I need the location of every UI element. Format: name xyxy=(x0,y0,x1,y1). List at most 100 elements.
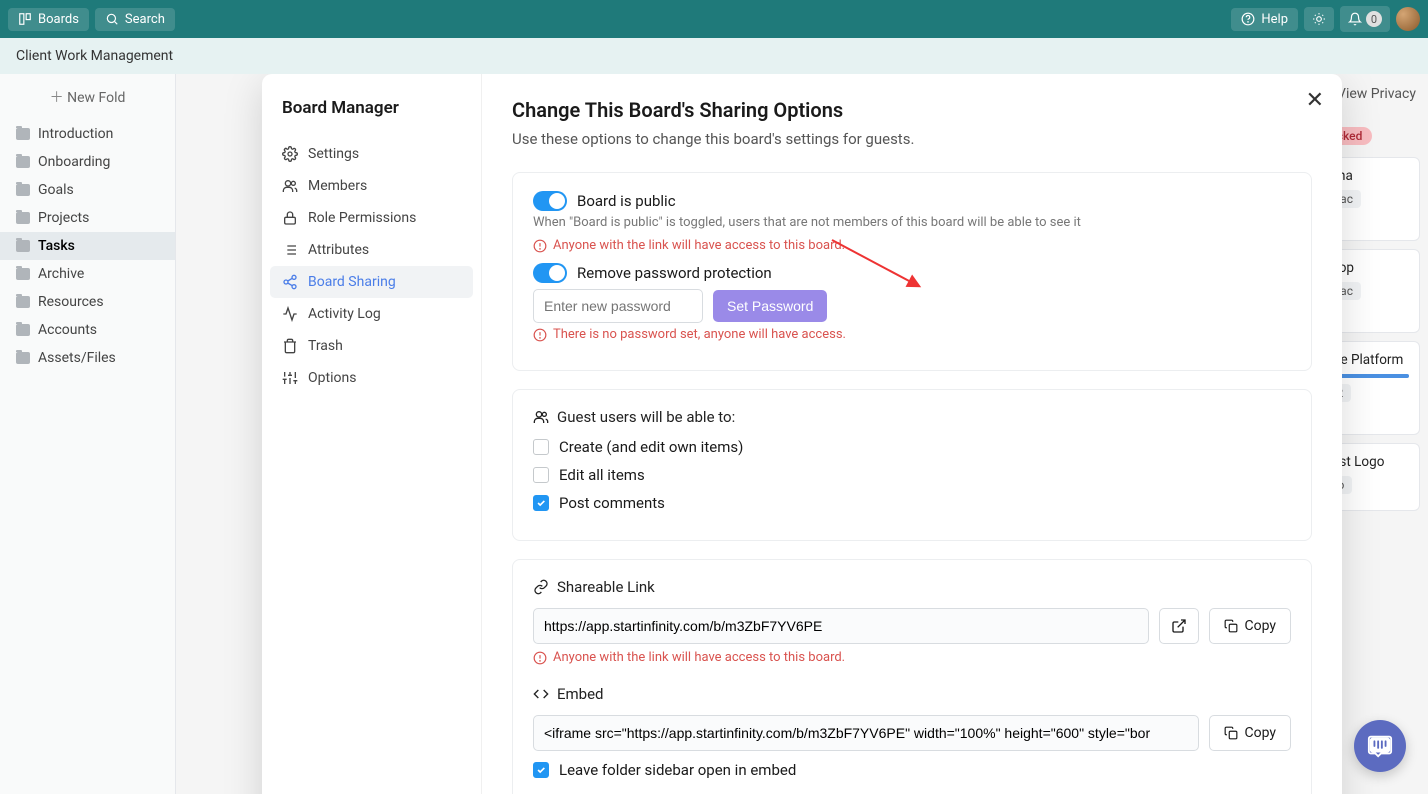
folder-item[interactable]: Introduction xyxy=(0,120,175,148)
folder-item[interactable]: Onboarding xyxy=(0,148,175,176)
password-input[interactable] xyxy=(533,289,703,323)
sharing-subheading: Use these options to change this board's… xyxy=(512,130,1312,148)
modal-side-attributes[interactable]: Attributes xyxy=(270,234,473,266)
sun-icon xyxy=(1312,12,1326,26)
guest-checkbox[interactable] xyxy=(533,467,549,483)
guest-option-label: Post comments xyxy=(559,494,665,512)
new-folder-button[interactable]: ＋ New Fold xyxy=(6,80,169,114)
users-icon xyxy=(533,409,549,425)
copy-icon xyxy=(1224,726,1238,740)
folder-item[interactable]: Tasks xyxy=(0,232,175,260)
notif-count: 0 xyxy=(1366,11,1382,27)
search-label: Search xyxy=(125,12,165,27)
alert-icon xyxy=(533,239,547,253)
embed-label: Embed xyxy=(557,685,604,703)
embed-sidebar-checkbox[interactable] xyxy=(533,762,549,778)
sharing-heading: Change This Board's Sharing Options xyxy=(512,98,1312,122)
share-label: Shareable Link xyxy=(557,578,655,596)
modal-side-role-permissions[interactable]: Role Permissions xyxy=(270,202,473,234)
share-panel: Shareable Link Copy xyxy=(512,559,1312,794)
share-icon xyxy=(282,274,298,290)
bell-icon xyxy=(1348,12,1362,26)
user-avatar[interactable] xyxy=(1396,7,1420,31)
remove-password-label: Remove password protection xyxy=(577,264,772,282)
help-icon xyxy=(1241,12,1255,26)
breadcrumb: Client Work Management xyxy=(16,48,173,64)
code-icon xyxy=(533,686,549,702)
folder-label: Goals xyxy=(38,182,74,198)
folder-label: Accounts xyxy=(38,322,97,338)
search-button[interactable]: Search xyxy=(95,8,175,31)
guest-option-label: Edit all items xyxy=(559,466,645,484)
guest-panel: Guest users will be able to: Create (and… xyxy=(512,389,1312,541)
folder-icon xyxy=(16,184,30,196)
folder-label: Introduction xyxy=(38,126,113,142)
modal-side-label: Role Permissions xyxy=(308,210,416,226)
close-button[interactable]: ✕ xyxy=(1306,88,1324,113)
guest-label: Guest users will be able to: xyxy=(557,408,735,426)
folder-item[interactable]: Resources xyxy=(0,288,175,316)
guest-option: Edit all items xyxy=(533,466,1291,484)
guest-option: Post comments xyxy=(533,494,1291,512)
notifications-button[interactable]: 0 xyxy=(1340,6,1390,32)
link-icon xyxy=(533,579,549,595)
modal-sidebar: Board Manager SettingsMembers Role Permis… xyxy=(262,74,482,794)
boards-label: Boards xyxy=(38,12,79,27)
share-url-input[interactable] xyxy=(533,608,1149,644)
topbar: Boards Search Help 0 xyxy=(0,0,1428,38)
theme-toggle[interactable] xyxy=(1304,7,1334,31)
trash-icon xyxy=(282,338,298,354)
folder-icon xyxy=(16,268,30,280)
breadcrumb-bar: Client Work Management xyxy=(0,38,1428,74)
modal-side-members[interactable]: Members xyxy=(270,170,473,202)
guest-option: Create (and edit own items) xyxy=(533,438,1291,456)
folder-item[interactable]: Accounts xyxy=(0,316,175,344)
modal-side-trash[interactable]: Trash xyxy=(270,330,473,362)
folder-icon xyxy=(16,296,30,308)
copy-embed-button[interactable]: Copy xyxy=(1209,715,1291,751)
sliders-icon xyxy=(282,370,298,386)
set-password-button[interactable]: Set Password xyxy=(713,290,827,322)
folder-sidebar: ＋ New Fold Introduction Onboarding Goals Pr… xyxy=(0,74,176,794)
gear-icon xyxy=(282,146,298,162)
help-button[interactable]: Help xyxy=(1231,8,1298,31)
remove-password-toggle[interactable] xyxy=(533,263,567,283)
folder-label: Assets/Files xyxy=(38,350,116,366)
open-link-button[interactable] xyxy=(1159,608,1199,644)
password-warning: There is no password set, anyone will ha… xyxy=(533,327,1291,342)
folder-label: Tasks xyxy=(38,238,75,254)
modal-side-options[interactable]: Options xyxy=(270,362,473,394)
external-link-icon xyxy=(1171,618,1187,634)
public-warning: Anyone with the link will have access to… xyxy=(533,238,1291,253)
folder-icon xyxy=(16,352,30,364)
boards-icon xyxy=(18,12,32,26)
modal-title: Board Manager xyxy=(282,98,461,118)
folder-item[interactable]: Archive xyxy=(0,260,175,288)
folder-item[interactable]: Assets/Files xyxy=(0,344,175,372)
embed-sidebar-label: Leave folder sidebar open in embed xyxy=(559,761,796,779)
modal-side-label: Attributes xyxy=(308,242,369,258)
embed-code-input[interactable] xyxy=(533,715,1199,751)
help-label: Help xyxy=(1261,12,1288,27)
modal-side-label: Activity Log xyxy=(308,306,381,322)
public-panel: Board is public When "Board is public" i… xyxy=(512,172,1312,371)
folder-icon xyxy=(16,128,30,140)
folder-label: Projects xyxy=(38,210,89,226)
board-public-label: Board is public xyxy=(577,192,676,210)
users-icon xyxy=(282,178,298,194)
lock-icon xyxy=(282,210,298,226)
modal-side-board-sharing[interactable]: Board Sharing xyxy=(270,266,473,298)
guest-option-label: Create (and edit own items) xyxy=(559,438,743,456)
copy-link-button[interactable]: Copy xyxy=(1209,608,1291,644)
alert-icon xyxy=(533,328,547,342)
boards-button[interactable]: Boards xyxy=(8,8,89,31)
folder-label: Resources xyxy=(38,294,104,310)
board-public-toggle[interactable] xyxy=(533,191,567,211)
modal-side-activity-log[interactable]: Activity Log xyxy=(270,298,473,330)
guest-checkbox[interactable] xyxy=(533,439,549,455)
guest-checkbox[interactable] xyxy=(533,495,549,511)
modal-side-settings[interactable]: Settings xyxy=(270,138,473,170)
folder-item[interactable]: Projects xyxy=(0,204,175,232)
intercom-launcher[interactable] xyxy=(1354,720,1406,772)
folder-item[interactable]: Goals xyxy=(0,176,175,204)
